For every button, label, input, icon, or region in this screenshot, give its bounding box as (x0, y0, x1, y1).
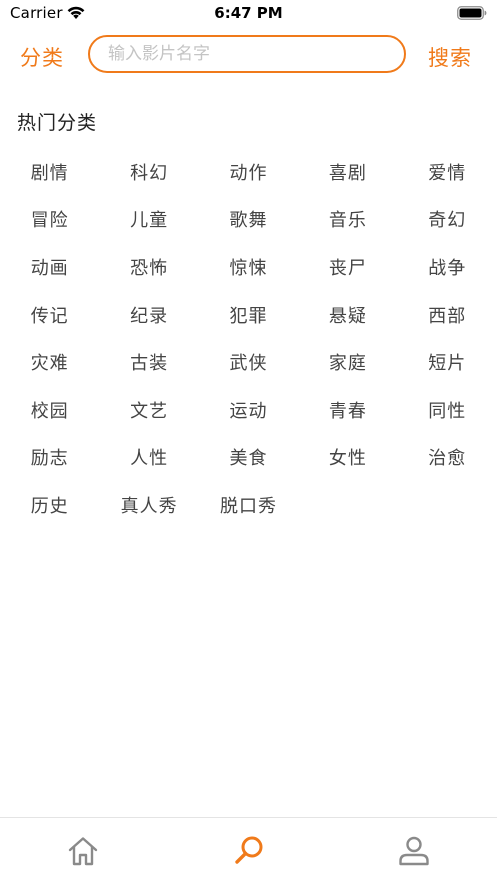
category-item[interactable]: 校园 (0, 386, 99, 434)
status-time: 6:47 PM (214, 4, 283, 22)
category-item[interactable]: 音乐 (298, 196, 397, 244)
category-item[interactable]: 同性 (398, 386, 497, 434)
search-icon (234, 836, 262, 864)
category-item[interactable]: 歌舞 (199, 196, 298, 244)
hot-categories-title: 热门分类 (17, 112, 98, 134)
category-label[interactable]: 分类 (20, 42, 64, 72)
status-bar: Carrier 6:47 PM (0, 0, 497, 30)
category-item[interactable]: 运动 (199, 386, 298, 434)
search-button[interactable]: 搜索 (428, 42, 472, 72)
tab-profile[interactable] (331, 818, 497, 883)
category-item[interactable]: 人性 (99, 434, 198, 482)
category-item[interactable]: 犯罪 (199, 291, 298, 339)
tab-bar (0, 817, 497, 883)
category-item[interactable]: 战争 (398, 243, 497, 291)
category-item[interactable]: 短片 (398, 338, 497, 386)
category-item[interactable]: 美食 (199, 434, 298, 482)
tab-search[interactable] (166, 818, 332, 883)
search-input[interactable] (108, 37, 388, 71)
category-item[interactable]: 悬疑 (298, 291, 397, 339)
category-item[interactable]: 励志 (0, 434, 99, 482)
category-item[interactable]: 女性 (298, 434, 397, 482)
category-item[interactable]: 剧情 (0, 148, 99, 196)
category-item[interactable]: 治愈 (398, 434, 497, 482)
category-item[interactable]: 纪录 (99, 291, 198, 339)
battery-icon (457, 6, 487, 20)
category-item[interactable]: 丧尸 (298, 243, 397, 291)
category-grid: 剧情 科幻 动作 喜剧 爱情冒险 儿童 歌舞 音乐 奇幻动画 恐怖 惊悚 丧尸 战争传记 纪录 犯罪 悬疑 西部… (0, 148, 497, 529)
category-item[interactable]: 青春 (298, 386, 397, 434)
category-item[interactable]: 古装 (99, 338, 198, 386)
user-icon (399, 836, 429, 866)
category-item[interactable]: 奇幻 (398, 196, 497, 244)
category-item[interactable]: 儿童 (99, 196, 198, 244)
category-item[interactable]: 家庭 (298, 338, 397, 386)
category-item[interactable]: 动画 (0, 243, 99, 291)
category-item[interactable]: 文艺 (99, 386, 198, 434)
category-item[interactable]: 传记 (0, 291, 99, 339)
category-item[interactable]: 恐怖 (99, 243, 198, 291)
category-item[interactable]: 喜剧 (298, 148, 397, 196)
category-item[interactable]: 西部 (398, 291, 497, 339)
category-item[interactable]: 真人秀 (99, 481, 198, 529)
category-item[interactable]: 脱口秀 (199, 481, 298, 529)
category-item[interactable]: 历史 (0, 481, 99, 529)
category-item[interactable]: 动作 (199, 148, 298, 196)
category-item[interactable]: 科幻 (99, 148, 198, 196)
category-item[interactable]: 爱情 (398, 148, 497, 196)
category-item[interactable]: 冒险 (0, 196, 99, 244)
search-box[interactable] (88, 35, 406, 73)
category-item[interactable]: 武侠 (199, 338, 298, 386)
home-icon (68, 837, 98, 866)
search-header: 分类 搜索 (0, 30, 497, 82)
tab-home[interactable] (0, 818, 166, 883)
category-item[interactable]: 灾难 (0, 338, 99, 386)
category-item[interactable]: 惊悚 (199, 243, 298, 291)
